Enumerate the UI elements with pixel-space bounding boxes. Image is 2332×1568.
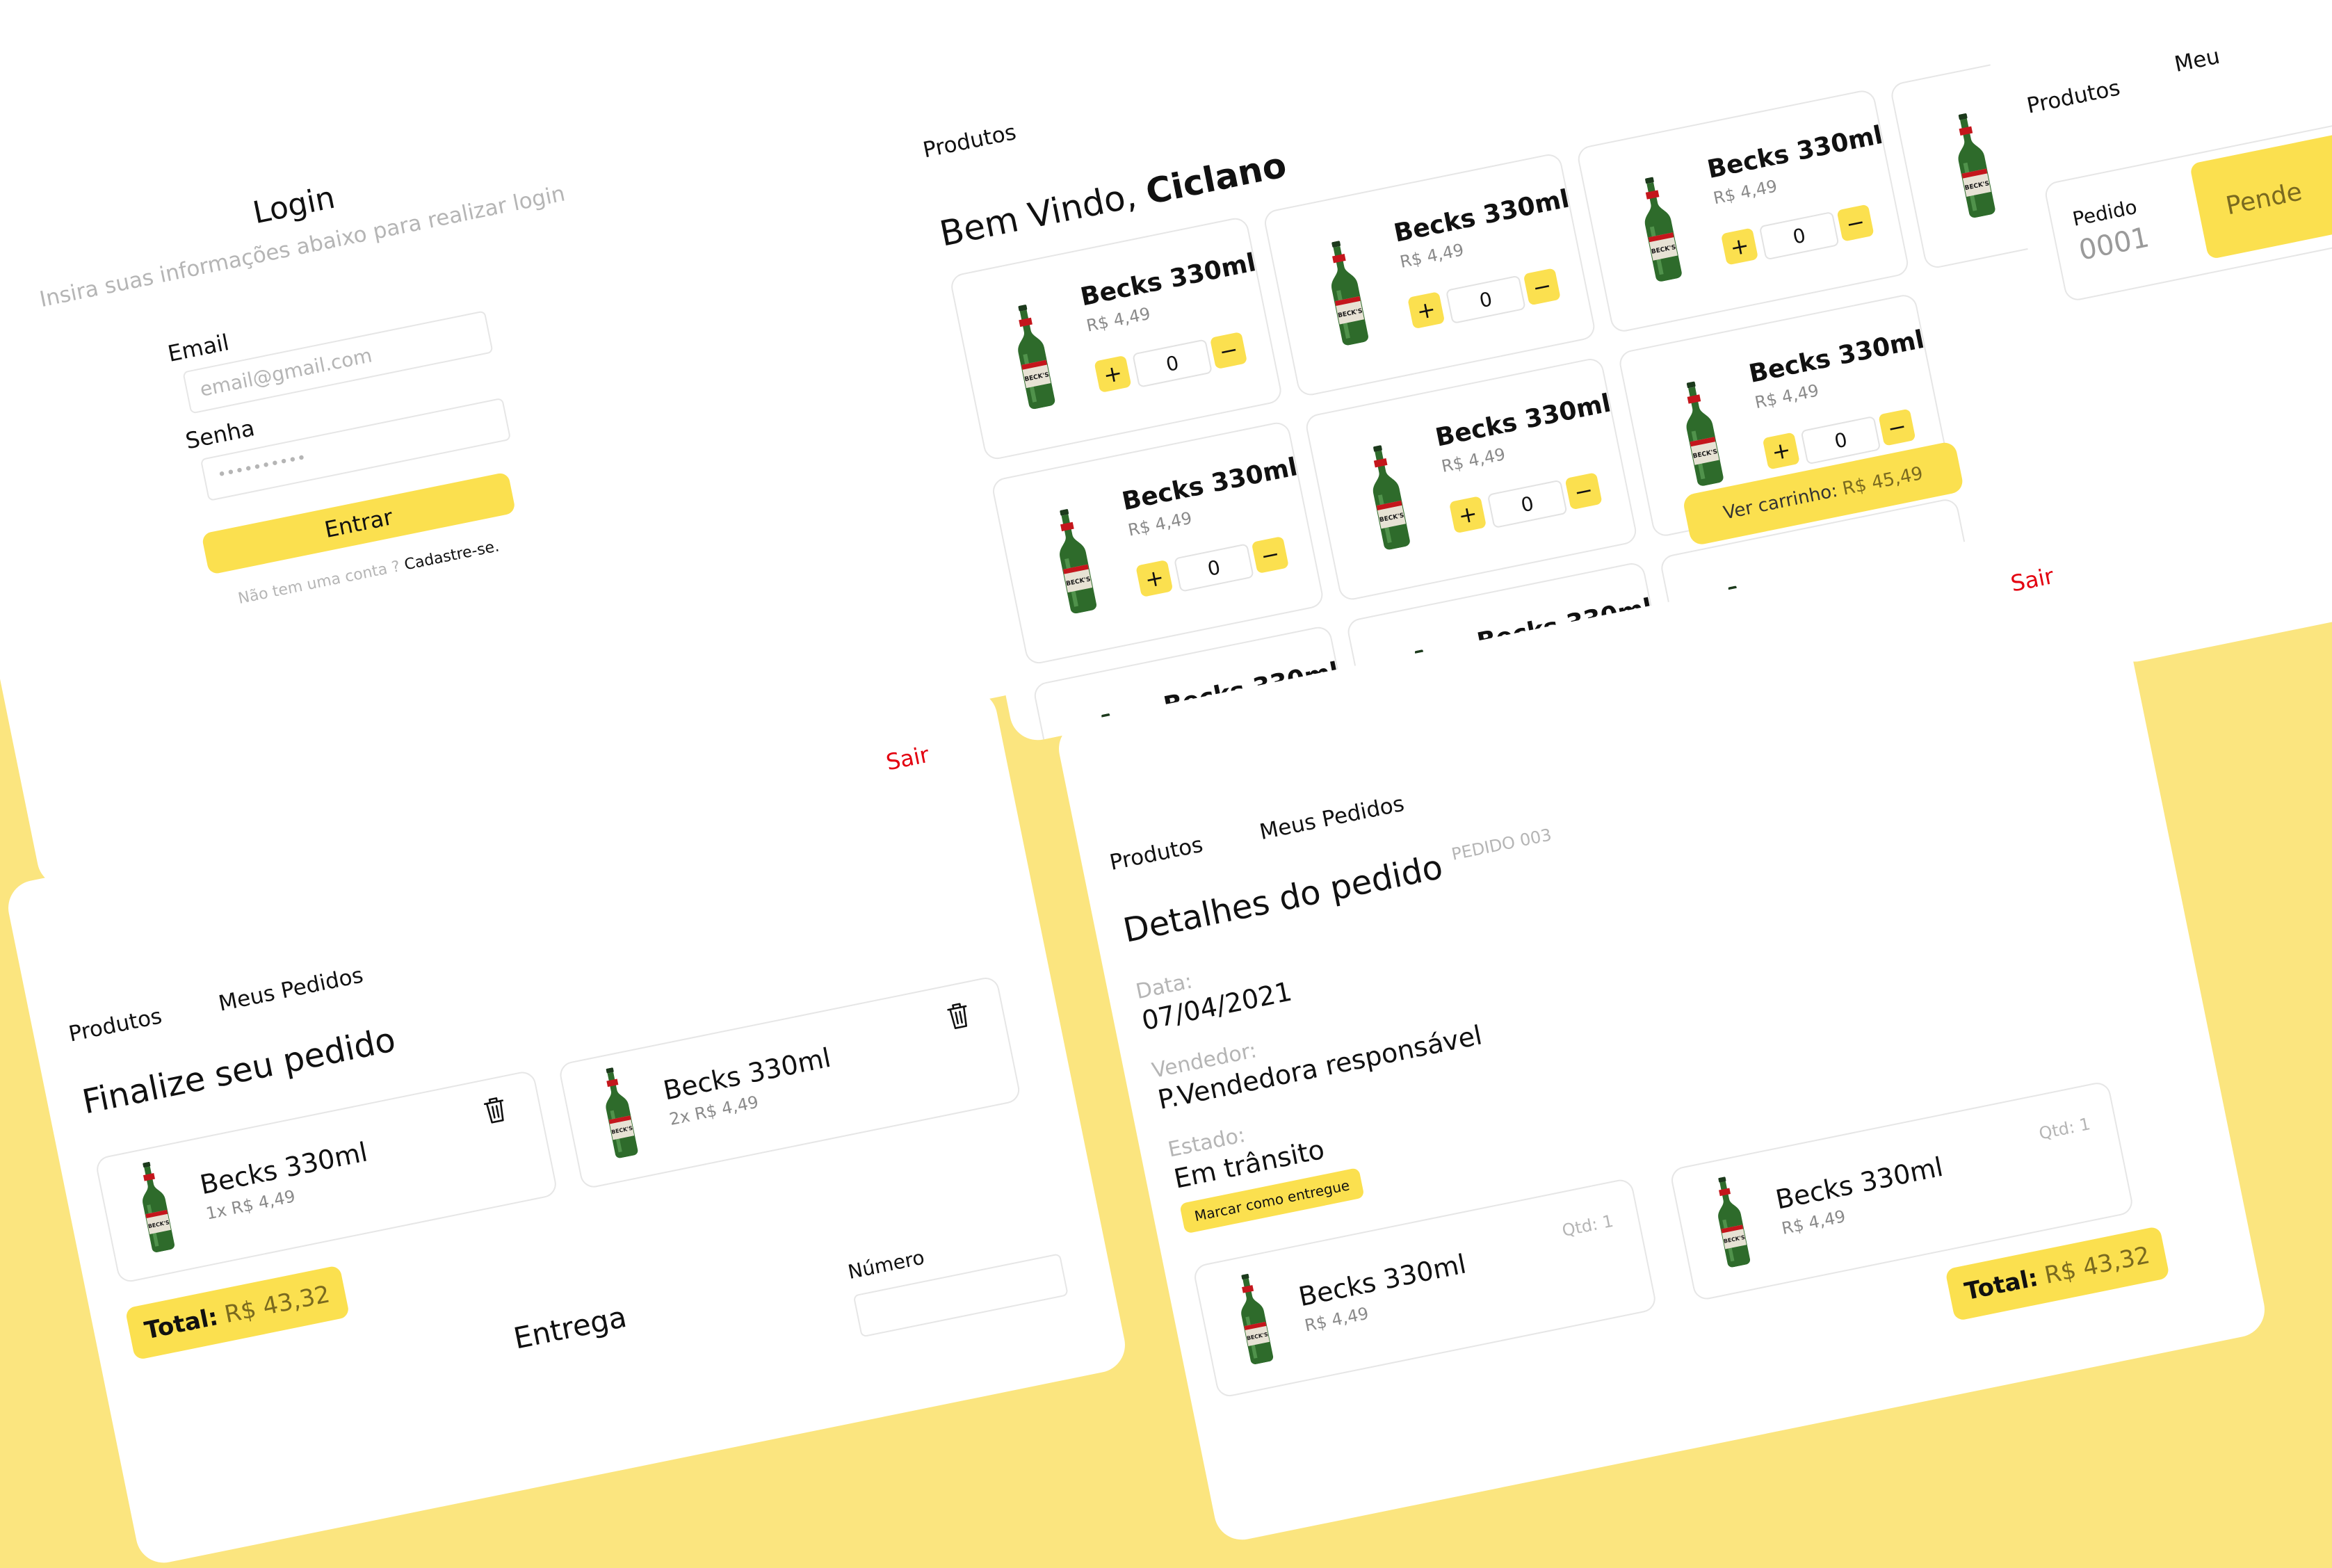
email-label: Email xyxy=(165,329,232,367)
order-status: Pende xyxy=(2223,177,2305,220)
beer-bottle-image xyxy=(1633,175,1685,283)
user-name: Ciclano xyxy=(1142,144,1290,213)
cart-total: R$ 45,49 xyxy=(1840,462,1925,500)
product-name: Becks 330ml xyxy=(1746,325,1927,389)
greeting-prefix: Bem Vindo, xyxy=(936,175,1140,254)
showcase-scene: Login Insira suas informações abaixo par… xyxy=(0,0,2332,1568)
product-name: Becks 330ml xyxy=(1433,389,1614,453)
product-card: Becks 330ml R$ 4,49 + 0 − xyxy=(1576,88,1911,334)
quantity-input[interactable]: 0 xyxy=(1487,479,1568,529)
product-name: Becks 330ml xyxy=(1119,453,1300,517)
order-item-name: Becks 330ml xyxy=(1296,1248,1469,1313)
number-label: Número xyxy=(845,1245,927,1284)
view-cart-label: Ver carrinho: xyxy=(1722,480,1840,524)
checkout-total: Total: R$ 43,32 xyxy=(124,1265,350,1361)
nav-orders[interactable]: Meu xyxy=(2172,44,2221,77)
logout-link[interactable]: Sair xyxy=(2009,563,2056,597)
total-label: Total: xyxy=(142,1302,220,1345)
product-name: Becks 330ml xyxy=(1391,184,1572,248)
beer-bottle-image xyxy=(1675,379,1727,487)
increase-button[interactable]: + xyxy=(1094,355,1132,394)
product-card: Becks 330ml R$ 4,49 + 0 − xyxy=(990,420,1325,666)
nav-orders[interactable]: Meus Pedidos xyxy=(1257,791,1406,845)
product-card: Becks 330ml R$ 4,49 + 0 − xyxy=(1262,152,1597,398)
total-value: R$ 43,32 xyxy=(2042,1241,2153,1290)
decrease-button[interactable]: − xyxy=(1209,331,1248,370)
login-button-label: Entrar xyxy=(322,503,396,544)
product-card: Becks 330ml R$ 4,49 + 0 − xyxy=(1304,356,1639,602)
quantity-input[interactable]: 0 xyxy=(1758,211,1840,261)
product-name: Becks 330ml xyxy=(1705,120,1886,185)
increase-button[interactable]: + xyxy=(1762,432,1800,470)
logout-link[interactable]: Sair xyxy=(884,741,931,776)
order-status-badge: Pende xyxy=(2189,128,2332,260)
trash-icon[interactable] xyxy=(944,999,973,1031)
nav-products[interactable]: Produtos xyxy=(921,120,1018,163)
nav-products[interactable]: Produtos xyxy=(2025,75,2122,118)
trash-icon[interactable] xyxy=(481,1094,510,1126)
decrease-button[interactable]: − xyxy=(1251,535,1289,574)
beer-bottle-image xyxy=(1947,111,1999,219)
email-field[interactable]: email@gmail.com xyxy=(182,310,494,414)
beer-bottle-image xyxy=(1048,506,1100,615)
beer-bottle-image xyxy=(1231,1272,1277,1366)
decrease-button[interactable]: − xyxy=(1523,268,1561,306)
increase-button[interactable]: + xyxy=(1135,559,1174,598)
beer-bottle-image xyxy=(1007,302,1059,410)
cart-item: Becks 330ml 2x R$ 4,49 xyxy=(557,975,1022,1190)
order-item-qty: Qtd: 1 xyxy=(1560,1211,1615,1241)
order-item-name: Becks 330ml xyxy=(1772,1151,1946,1215)
increase-button[interactable]: + xyxy=(1448,496,1487,534)
no-account-text: Não tem uma conta ? xyxy=(236,558,402,608)
beer-bottle-image xyxy=(133,1160,178,1254)
beer-bottle-image xyxy=(596,1065,641,1159)
quantity-input[interactable]: 0 xyxy=(1132,339,1213,388)
password-label: Senha xyxy=(183,414,257,455)
beer-bottle-image xyxy=(1361,443,1414,551)
nav-products[interactable]: Produtos xyxy=(1108,832,1205,875)
beer-bottle-image xyxy=(1320,239,1372,347)
quantity-input[interactable]: 0 xyxy=(1174,543,1254,592)
nav-products[interactable]: Produtos xyxy=(67,1003,164,1046)
nav-orders[interactable]: Meus Pedidos xyxy=(216,962,365,1016)
signup-link[interactable]: Cadastre-se. xyxy=(403,538,501,574)
login-title: Login xyxy=(250,179,339,232)
password-value: •••••••••• xyxy=(216,449,308,485)
product-name: Becks 330ml xyxy=(1078,248,1258,312)
quantity-input[interactable]: 0 xyxy=(1445,275,1526,325)
increase-button[interactable]: + xyxy=(1407,291,1446,330)
decrease-button[interactable]: − xyxy=(1836,204,1874,242)
total-label: Total: xyxy=(1962,1263,2041,1307)
product-card: Becks 330ml R$ 4,49 + 0 − xyxy=(948,216,1284,462)
decrease-button[interactable]: − xyxy=(1878,408,1916,446)
decrease-button[interactable]: − xyxy=(1564,472,1603,510)
order-card: Pedido 0001 Pende xyxy=(2043,78,2332,303)
order-code: PEDIDO 003 xyxy=(1450,825,1553,864)
delivery-heading: Entrega xyxy=(510,1299,630,1356)
total-value: R$ 43,32 xyxy=(222,1280,332,1329)
increase-button[interactable]: + xyxy=(1720,227,1759,266)
beer-bottle-image xyxy=(1708,1174,1754,1268)
order-item-qty: Qtd: 1 xyxy=(2037,1114,2092,1144)
